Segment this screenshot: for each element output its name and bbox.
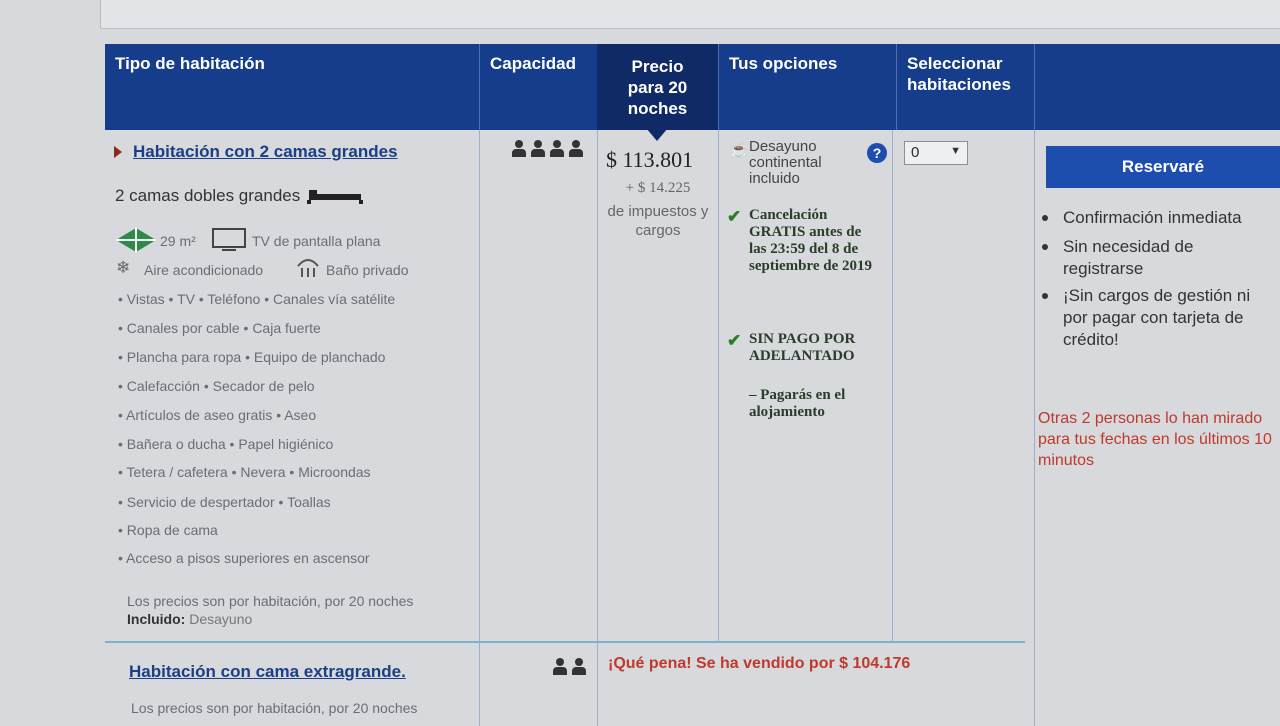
header-capacity: Capacidad	[479, 44, 597, 130]
bath-icon	[297, 259, 319, 277]
header-options: Tus opciones	[718, 44, 896, 130]
person-icon	[530, 140, 546, 158]
price-note: Los precios son por habitación, por 20 n…	[131, 700, 418, 716]
amenity-line: • Bañera o ducha • Papel higiénico	[118, 436, 334, 452]
tv-label: TV de pantalla plana	[252, 233, 381, 249]
room-name-link[interactable]: Habitación con 2 camas grandes	[133, 142, 398, 162]
cancellation-option: Cancelación GRATIS antes de las 23:59 de…	[749, 207, 873, 274]
col-divider	[479, 130, 480, 726]
no-prepayment-option: SIN PAGO POR ADELANTADO	[749, 331, 856, 364]
person-icon	[511, 140, 527, 158]
snowflake-icon: ❄	[116, 258, 131, 277]
bullet	[1042, 293, 1048, 299]
price-note: Los precios son por habitación, por 20 n…	[127, 593, 414, 609]
col-divider	[718, 130, 719, 642]
benefit-item: ¡Sin cargos de gestión ni por pagar con …	[1063, 286, 1251, 349]
amenity-line: • Tetera / cafetera • Nevera • Microonda…	[118, 464, 371, 480]
header-price: Precio para 20 noches	[597, 44, 718, 130]
row-divider	[105, 641, 1025, 643]
bath-label: Baño privado	[326, 262, 409, 278]
benefit-item: Sin necesidad de registrarse	[1063, 237, 1194, 278]
breakfast-option: Desayuno continental incluido	[749, 138, 822, 187]
bed-icon	[306, 189, 363, 204]
included-line: Incluido: Desayuno	[127, 611, 252, 627]
bed-text: 2 camas dobles grandes	[115, 186, 301, 205]
taxes-text: de impuestos y cargos	[607, 203, 709, 239]
amenity-line: • Plancha para ropa • Equipo de planchad…	[118, 349, 386, 365]
interest-alert: Otras 2 personas lo han mirado para tus …	[1038, 410, 1272, 469]
amenity-line: • Acceso a pisos superiores en ascensor	[118, 550, 370, 566]
room-size-icon	[116, 228, 156, 252]
sold-out-message: ¡Qué pena! Se ha vendido por $ 104.176	[608, 655, 911, 672]
col-divider	[1034, 130, 1035, 726]
room-size: 29 m²	[160, 233, 196, 249]
person-icon	[552, 658, 568, 676]
tv-icon	[212, 228, 246, 251]
price-sort-arrow	[646, 128, 668, 141]
top-panel	[100, 0, 1280, 29]
capacity-icons	[511, 140, 584, 158]
ac-label: Aire acondicionado	[144, 262, 264, 278]
included-label: Incluido:	[127, 611, 186, 627]
help-icon[interactable]: ?	[867, 143, 887, 163]
col-divider	[892, 130, 893, 642]
room-name-link[interactable]: Habitación con cama extragrande.	[129, 662, 406, 682]
bullet	[1042, 244, 1048, 250]
benefit-item: Confirmación inmediata	[1063, 208, 1242, 227]
amenity-line: • Calefacción • Secador de pelo	[118, 378, 315, 394]
pay-at-property: – Pagarás en el alojamiento	[749, 387, 846, 420]
amenity-line: • Ropa de cama	[118, 522, 218, 538]
check-icon: ✔	[727, 331, 742, 350]
reserve-button[interactable]: Reservaré	[1046, 146, 1280, 188]
person-icon	[568, 140, 584, 158]
taxes-amount: + $ 14.225	[625, 180, 691, 196]
amenity-line: • Artículos de aseo gratis • Aseo	[118, 407, 317, 423]
chevron-down-icon: ▼	[950, 145, 961, 157]
header-blank	[1034, 44, 1280, 130]
person-icon	[549, 140, 565, 158]
amenity-line: • Vistas • TV • Teléfono • Canales vía s…	[118, 291, 396, 307]
check-icon: ✔	[727, 207, 742, 226]
col-divider	[597, 130, 598, 726]
capacity-icons	[552, 658, 587, 676]
room-price: $ 113.801	[606, 147, 694, 172]
amenity-line: • Canales por cable • Caja fuerte	[118, 320, 321, 336]
amenity-line: • Servicio de despertador • Toallas	[118, 494, 331, 510]
header-room-type: Tipo de habitación	[105, 44, 479, 130]
select-value: 0	[911, 144, 920, 161]
bed-description: 2 camas dobles grandes	[115, 186, 365, 206]
bullet	[1042, 215, 1048, 221]
coffee-icon: ☕	[730, 142, 749, 159]
room-quantity-select[interactable]: 0 ▼	[904, 141, 968, 165]
person-icon	[571, 658, 587, 676]
included-value: Desayuno	[189, 611, 253, 627]
expand-arrow-icon[interactable]	[114, 146, 122, 158]
header-select-rooms: Seleccionar habitaciones	[896, 44, 1034, 130]
